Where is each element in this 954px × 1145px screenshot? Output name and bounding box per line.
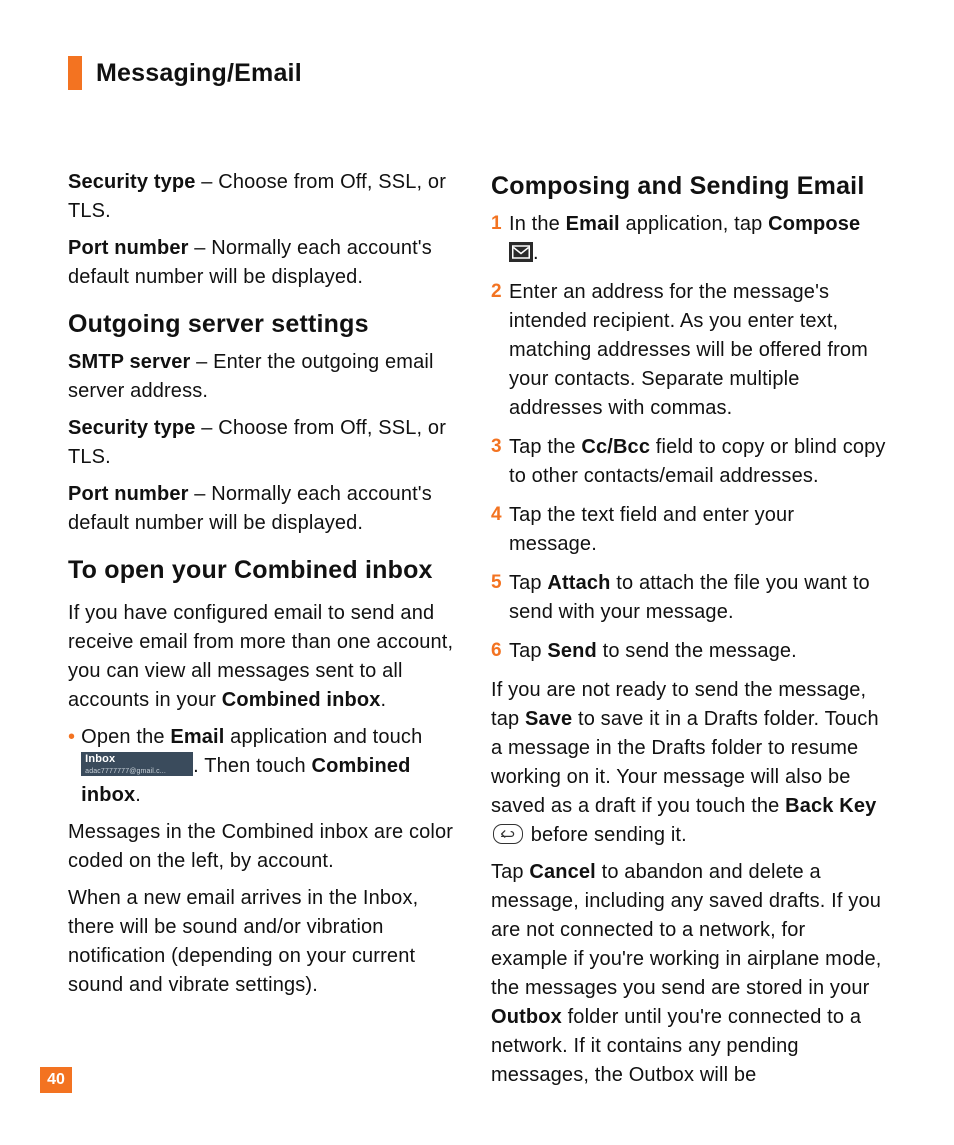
text: application, tap [620, 213, 768, 235]
inbox-chip-icon: Inbox adac7777777@gmail.c... [81, 752, 193, 776]
header-accent [68, 56, 82, 90]
combined-intro: If you have configured email to send and… [68, 599, 463, 715]
bold: Combined inbox [222, 689, 381, 711]
label: Port number [68, 237, 189, 259]
list-item: 6 Tap Send to send the message. [491, 637, 886, 666]
color-coded-para: Messages in the Combined inbox are color… [68, 818, 463, 876]
back-key-icon [493, 824, 523, 844]
bullet-icon: • [68, 723, 75, 752]
list-item: 5 Tap Attach to attach the file you want… [491, 569, 886, 627]
list-item: 3 Tap the Cc/Bcc field to copy or blind … [491, 433, 886, 491]
bold: Cc/Bcc [581, 436, 650, 458]
text: before sending it. [525, 824, 687, 846]
compose-icon [509, 242, 533, 262]
bold: Back Key [785, 795, 876, 817]
notification-para: When a new email arrives in the Inbox, t… [68, 884, 463, 1000]
bold: Email [170, 726, 224, 748]
text: Tap [491, 861, 529, 883]
bullet-open-email: • Open the Email application and touch I… [68, 723, 463, 810]
content-columns: Security type – Choose from Off, SSL, or… [68, 168, 906, 1098]
bold: Cancel [529, 861, 596, 883]
page-number: 40 [47, 1071, 65, 1089]
list-body: Tap the Cc/Bcc field to copy or blind co… [509, 433, 886, 491]
text: Open the [81, 726, 170, 748]
list-body: Tap Send to send the message. [509, 637, 886, 666]
save-draft-para: If you are not ready to send the message… [491, 676, 886, 850]
numbered-list: 1 In the Email application, tap Compose … [491, 210, 886, 666]
text: to send the message. [597, 640, 797, 662]
list-item: 2 Enter an address for the message's int… [491, 278, 886, 423]
label: Security type [68, 417, 196, 439]
text: Tap [509, 572, 547, 594]
text: . [135, 784, 141, 806]
right-column: Composing and Sending Email 1 In the Ema… [491, 168, 886, 1098]
bold: Outbox [491, 1006, 562, 1028]
list-number: 5 [491, 569, 509, 598]
text: Tap [509, 640, 547, 662]
list-number: 1 [491, 210, 509, 239]
bold: Email [566, 213, 620, 235]
port-number-para: Port number – Normally each account's de… [68, 234, 463, 292]
bold: Attach [547, 572, 610, 594]
list-number: 6 [491, 637, 509, 666]
smtp-para: SMTP server – Enter the outgoing email s… [68, 348, 463, 406]
port-number-para-2: Port number – Normally each account's de… [68, 480, 463, 538]
label: Security type [68, 171, 196, 193]
manual-page: Messaging/Email Security type – Choose f… [0, 0, 954, 1145]
text: Tap the [509, 436, 581, 458]
list-number: 2 [491, 278, 509, 307]
list-body: In the Email application, tap Compose . [509, 210, 886, 268]
text: . Then touch [193, 755, 311, 777]
heading-composing: Composing and Sending Email [491, 168, 886, 204]
chip-line2: adac7777777@gmail.c... [85, 768, 166, 775]
security-type-para-2: Security type – Choose from Off, SSL, or… [68, 414, 463, 472]
list-body: Tap the text field and enter your messag… [509, 501, 886, 559]
bullet-body: Open the Email application and touch Inb… [81, 723, 463, 810]
list-number: 3 [491, 433, 509, 462]
header-title: Messaging/Email [96, 59, 302, 88]
list-item: 4 Tap the text field and enter your mess… [491, 501, 886, 559]
list-item: 1 In the Email application, tap Compose … [491, 210, 886, 268]
text: . [533, 242, 539, 264]
chip-line1: Inbox [85, 753, 115, 765]
heading-combined-inbox: To open your Combined inbox [68, 552, 463, 588]
text: . [381, 689, 387, 711]
list-body: Tap Attach to attach the file you want t… [509, 569, 886, 627]
heading-outgoing: Outgoing server settings [68, 306, 463, 342]
text: In the [509, 213, 566, 235]
list-number: 4 [491, 501, 509, 530]
bold: Compose [768, 213, 860, 235]
page-number-badge: 40 [40, 1067, 72, 1093]
cancel-para: Tap Cancel to abandon and delete a messa… [491, 858, 886, 1090]
text: application and touch [224, 726, 422, 748]
left-column: Security type – Choose from Off, SSL, or… [68, 168, 463, 1098]
page-header: Messaging/Email [68, 56, 906, 90]
security-type-para: Security type – Choose from Off, SSL, or… [68, 168, 463, 226]
bold: Send [547, 640, 597, 662]
list-body: Enter an address for the message's inten… [509, 278, 886, 423]
label: SMTP server [68, 351, 190, 373]
label: Port number [68, 483, 189, 505]
bold: Save [525, 708, 572, 730]
